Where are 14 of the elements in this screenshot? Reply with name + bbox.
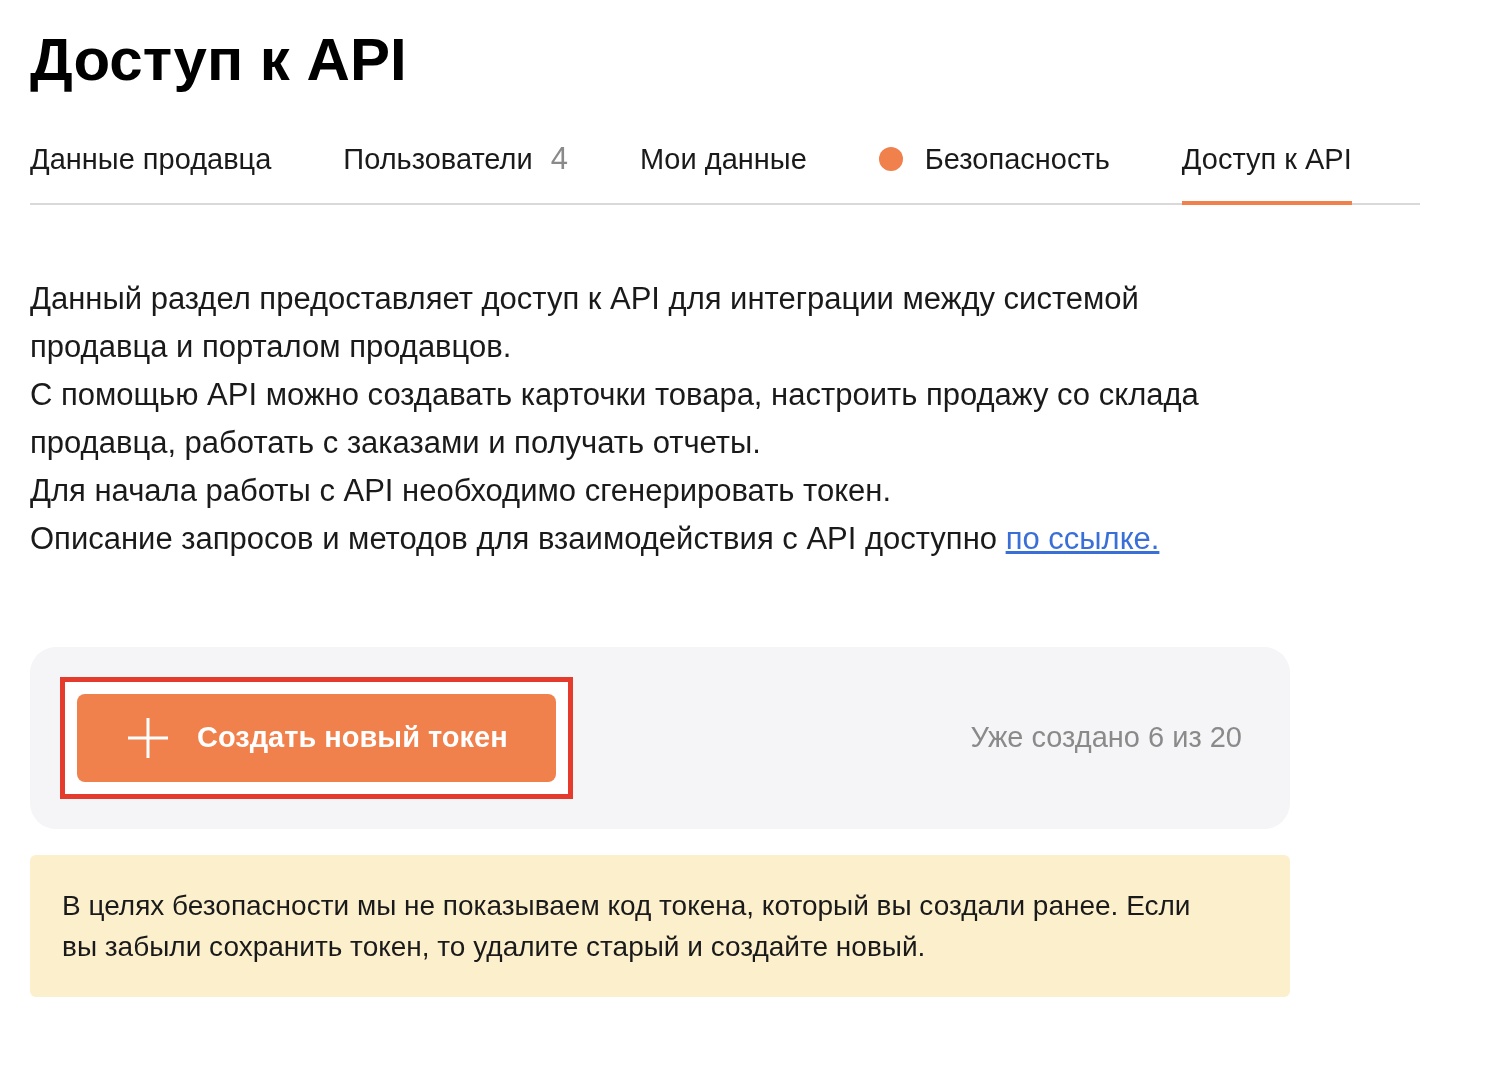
description-text: Описание запросов и методов для взаимодействия с API доступно по ссылке. <box>30 519 1161 558</box>
docs-link[interactable]: по ссылке. <box>1005 520 1160 556</box>
tab[interactable]: Мои данные <box>639 136 807 205</box>
notice-text: В целях безопасности мы не показываем код токена, который вы создали ранее. Если вы забыли сохранить токен, то удалите старый и создайте новый. <box>62 888 1192 964</box>
tab[interactable]: Безопасность <box>878 136 1110 205</box>
description-text: Данный раздел предоставляет доступ к API для интеграции между системой продавца и порталом продавцов. <box>30 279 1140 366</box>
description-text: Для начала работы с API необходимо сгенерировать токен. <box>30 471 893 510</box>
tab[interactable]: Данные продавца <box>30 136 272 205</box>
token-counter: Уже создано 6 из 20 <box>970 719 1242 755</box>
plus-icon <box>127 716 169 759</box>
description-text: С помощью API можно создавать карточки товара, настроить продажу со склада продавца, работать с заказами и получать отчеты. <box>30 375 1200 462</box>
tab[interactable]: Пользователи 4 <box>343 136 568 205</box>
tab[interactable]: Доступ к API <box>1181 136 1352 205</box>
page-title: Доступ к API <box>30 25 408 95</box>
